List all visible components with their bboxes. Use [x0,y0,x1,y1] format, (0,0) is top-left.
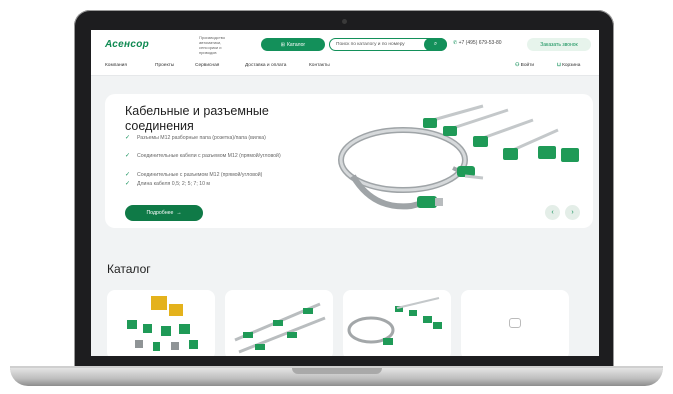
site-header: Асенсор Производство автоматики, сенсори… [91,30,599,58]
phone-number: +7 (495) 679-53-80 [458,40,502,46]
login-link[interactable]: ⚇ Войти [515,63,534,68]
catalog-card[interactable] [461,290,569,356]
cable-product-image [338,104,579,210]
login-label: Войти [520,63,535,68]
product-image [127,296,198,351]
more-button-label: Подробнее [146,210,174,216]
feature-item: ✓ Длина кабеля 0,5; 2; 5; 7; 10 м [125,180,300,188]
catalog-card[interactable] [107,290,215,356]
laptop-notch [292,368,382,374]
main-nav: Компания Проекты Сервисная Доставка и оп… [91,58,599,76]
user-icon: ⚇ [515,63,520,68]
site-tagline: Производство автоматики, сенсорики и при… [199,35,226,55]
feature-item: ✓ Соединительные с разъемом M12 (прямой/… [125,171,300,179]
check-icon: ✓ [125,181,131,187]
check-icon: ✓ [125,135,131,141]
phone-icon: ✆ [453,40,458,46]
chevron-right-icon: › [571,209,574,216]
camera [342,19,347,24]
arrow-right-icon: → [176,210,182,216]
slider-prev-button[interactable]: ‹ [545,205,560,220]
image-placeholder-icon [509,318,521,328]
nav-item-delivery[interactable]: Доставка и оплата [245,63,286,68]
feature-text: Соединительные кабели с разъемом M12 (пр… [137,153,281,159]
search-button[interactable]: ⌕ [424,38,447,51]
catalog-card[interactable] [225,290,333,356]
laptop-mockup: Асенсор Производство автоматики, сенсори… [0,0,673,394]
feature-item: ✓ Разъемы M12 разборные папа (розетка)/п… [125,134,300,142]
search-icon: ⌕ [433,41,438,47]
feature-text: Разъемы M12 разборные папа (розетка)/пап… [137,135,266,141]
browser-screen: Асенсор Производство автоматики, сенсори… [91,30,599,356]
catalog-button[interactable]: ⊞ Каталог [261,38,325,51]
nav-item-projects[interactable]: Проекты [155,63,174,68]
site-logo[interactable]: Асенсор [105,39,149,50]
feature-text: Длина кабеля 0,5; 2; 5; 7; 10 м [137,181,210,187]
product-image [234,302,326,354]
nav-item-contacts[interactable]: Контакты [309,63,330,68]
feature-text: Соединительные с разъемом M12 (прямой/уг… [137,172,263,178]
catalog-card[interactable] [343,290,451,356]
cart-link[interactable]: ⊔ Корзина [557,63,580,68]
check-icon: ✓ [125,172,131,178]
callback-button[interactable]: Заказать звонок [527,38,591,51]
cart-icon: ⊔ [557,63,561,68]
catalog-heading: Каталог [107,262,151,276]
hero-banner: Кабельные и разъемные соединения ✓ Разъе… [105,94,593,228]
nav-item-service[interactable]: Сервисная [195,63,219,68]
nav-item-company[interactable]: Компания [105,63,127,68]
product-image [347,297,442,345]
cart-label: Корзина [562,63,581,68]
grid-icon: ⊞ [280,41,285,48]
check-icon: ✓ [125,153,131,159]
catalog-button-label: Каталог [287,41,306,48]
slider-next-button[interactable]: › [565,205,580,220]
hero-title: Кабельные и разъемные соединения [125,104,269,133]
more-button[interactable]: Подробнее → [125,205,203,221]
phone-link[interactable]: ✆ +7 (495) 679-53-80 [453,40,502,46]
chevron-left-icon: ‹ [551,209,554,216]
feature-item: ✓ Соединительные кабели с разъемом M12 (… [125,152,300,160]
